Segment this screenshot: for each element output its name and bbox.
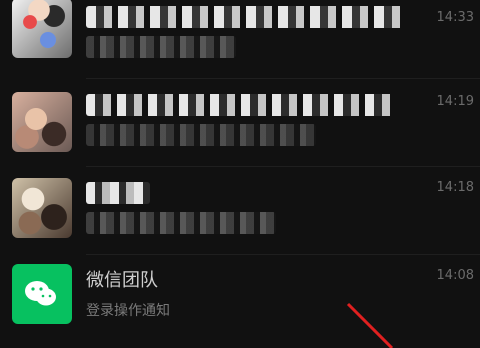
divider	[86, 254, 480, 255]
chat-time: 14:08	[436, 268, 474, 283]
avatar	[12, 92, 72, 152]
chat-list-item[interactable]: 14:19	[0, 84, 480, 172]
blurred-preview	[86, 212, 276, 234]
wechat-logo-icon	[25, 281, 56, 306]
chat-time: 14:33	[436, 10, 474, 25]
chat-list-item[interactable]: 14:18	[0, 170, 480, 258]
chat-time: 14:18	[436, 180, 474, 195]
chat-name: 微信团队	[86, 270, 158, 291]
blurred-preview	[86, 124, 316, 146]
chat-time: 14:19	[436, 94, 474, 109]
divider	[86, 166, 480, 167]
blurred-preview	[86, 36, 236, 58]
blurred-title	[86, 94, 396, 116]
blurred-title	[86, 6, 406, 28]
divider	[86, 78, 480, 79]
chat-preview: 登录操作通知	[86, 303, 170, 319]
avatar	[12, 0, 72, 58]
blurred-title	[86, 182, 150, 204]
avatar	[12, 178, 72, 238]
chat-list-item[interactable]: 14:33	[0, 0, 480, 88]
avatar	[12, 264, 72, 324]
